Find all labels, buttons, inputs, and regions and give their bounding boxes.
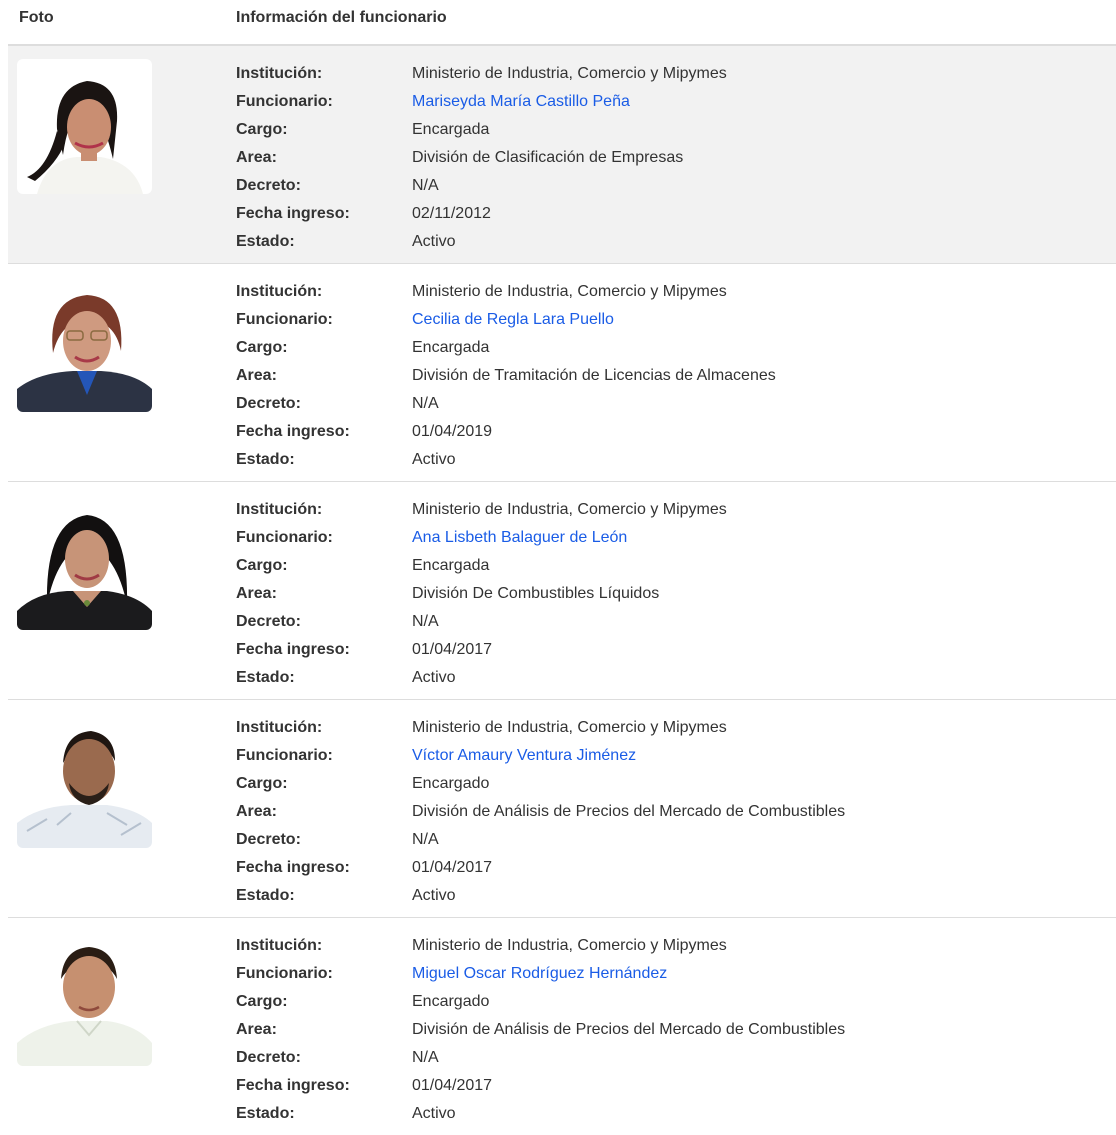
official-name-link[interactable]: Miguel Oscar Rodríguez Hernández (412, 960, 667, 988)
table-row: Institución: Ministerio de Industria, Com… (8, 700, 1116, 918)
value-decreto: N/A (412, 831, 439, 848)
value-estado: Activo (412, 1105, 456, 1122)
label-cargo: Cargo: (236, 339, 288, 356)
table-row: Institución: Ministerio de Industria, Com… (8, 918, 1116, 1135)
label-institucion: Institución: (236, 501, 323, 518)
official-photo (17, 495, 152, 630)
value-estado: Activo (412, 669, 456, 686)
label-fecha-ingreso: Fecha ingreso: (236, 641, 350, 658)
value-cargo: Encargada (412, 121, 490, 138)
official-name-link[interactable]: Ana Lisbeth Balaguer de León (412, 524, 627, 552)
value-area: División De Combustibles Líquidos (412, 585, 660, 602)
label-area: Area: (236, 585, 277, 602)
value-institucion: Ministerio de Industria, Comercio y Mipy… (412, 937, 727, 954)
value-decreto: N/A (412, 613, 439, 630)
label-decreto: Decreto: (236, 831, 301, 848)
value-cargo: Encargado (412, 993, 490, 1010)
label-area: Area: (236, 1021, 277, 1038)
value-institucion: Ministerio de Industria, Comercio y Mipy… (412, 501, 727, 518)
label-estado: Estado: (236, 669, 295, 686)
value-cargo: Encargada (412, 339, 490, 356)
label-funcionario: Funcionario: (236, 965, 333, 982)
value-decreto: N/A (412, 1049, 439, 1066)
label-estado: Estado: (236, 233, 295, 250)
value-fecha-ingreso: 01/04/2019 (412, 423, 493, 440)
label-area: Area: (236, 803, 277, 820)
label-estado: Estado: (236, 1105, 295, 1122)
table-row: Institución: Ministerio de Industria, Com… (8, 482, 1116, 700)
value-estado: Activo (412, 233, 456, 250)
table-header: Foto Información del funcionario (8, 0, 1116, 46)
label-cargo: Cargo: (236, 557, 288, 574)
value-institucion: Ministerio de Industria, Comercio y Mipy… (412, 719, 727, 736)
value-fecha-ingreso: 01/04/2017 (412, 641, 493, 658)
official-photo (17, 713, 152, 848)
label-decreto: Decreto: (236, 177, 301, 194)
value-area: División de Clasificación de Empresas (412, 149, 684, 166)
label-area: Area: (236, 149, 277, 166)
label-estado: Estado: (236, 451, 295, 468)
label-fecha-ingreso: Fecha ingreso: (236, 205, 350, 222)
value-area: División de Análisis de Precios del Merc… (412, 803, 846, 820)
value-decreto: N/A (412, 395, 439, 412)
label-decreto: Decreto: (236, 1049, 301, 1066)
value-institucion: Ministerio de Industria, Comercio y Mipy… (412, 65, 727, 82)
label-decreto: Decreto: (236, 613, 301, 630)
header-official-info: Información del funcionario (236, 9, 447, 26)
label-institucion: Institución: (236, 65, 323, 82)
value-area: División de Tramitación de Licencias de … (412, 367, 776, 384)
value-estado: Activo (412, 887, 456, 904)
official-photo (17, 277, 152, 412)
label-fecha-ingreso: Fecha ingreso: (236, 1077, 350, 1094)
value-cargo: Encargada (412, 557, 490, 574)
value-institucion: Ministerio de Industria, Comercio y Mipy… (412, 283, 727, 300)
label-cargo: Cargo: (236, 121, 288, 138)
header-photo: Foto (19, 9, 54, 26)
officials-table: Foto Información del funcionario Institu… (8, 0, 1116, 1135)
label-institucion: Institución: (236, 719, 323, 736)
label-area: Area: (236, 367, 277, 384)
label-funcionario: Funcionario: (236, 93, 333, 110)
value-fecha-ingreso: 02/11/2012 (412, 205, 491, 222)
official-name-link[interactable]: Cecilia de Regla Lara Puello (412, 306, 614, 334)
value-estado: Activo (412, 451, 456, 468)
label-fecha-ingreso: Fecha ingreso: (236, 423, 350, 440)
label-fecha-ingreso: Fecha ingreso: (236, 859, 350, 876)
label-cargo: Cargo: (236, 775, 288, 792)
label-funcionario: Funcionario: (236, 311, 333, 328)
official-name-link[interactable]: Mariseyda María Castillo Peña (412, 88, 630, 116)
value-decreto: N/A (412, 177, 439, 194)
value-fecha-ingreso: 01/04/2017 (412, 1077, 493, 1094)
label-funcionario: Funcionario: (236, 747, 333, 764)
label-funcionario: Funcionario: (236, 529, 333, 546)
label-institucion: Institución: (236, 937, 323, 954)
table-row: Institución: Ministerio de Industria, Com… (8, 264, 1116, 482)
label-decreto: Decreto: (236, 395, 301, 412)
value-fecha-ingreso: 01/04/2017 (412, 859, 493, 876)
official-photo (17, 59, 152, 194)
value-area: División de Análisis de Precios del Merc… (412, 1021, 846, 1038)
value-cargo: Encargado (412, 775, 490, 792)
label-estado: Estado: (236, 887, 295, 904)
label-cargo: Cargo: (236, 993, 288, 1010)
table-row: Institución: Ministerio de Industria, Com… (8, 46, 1116, 264)
official-photo (17, 931, 152, 1066)
label-institucion: Institución: (236, 283, 323, 300)
official-name-link[interactable]: Víctor Amaury Ventura Jiménez (412, 742, 636, 770)
